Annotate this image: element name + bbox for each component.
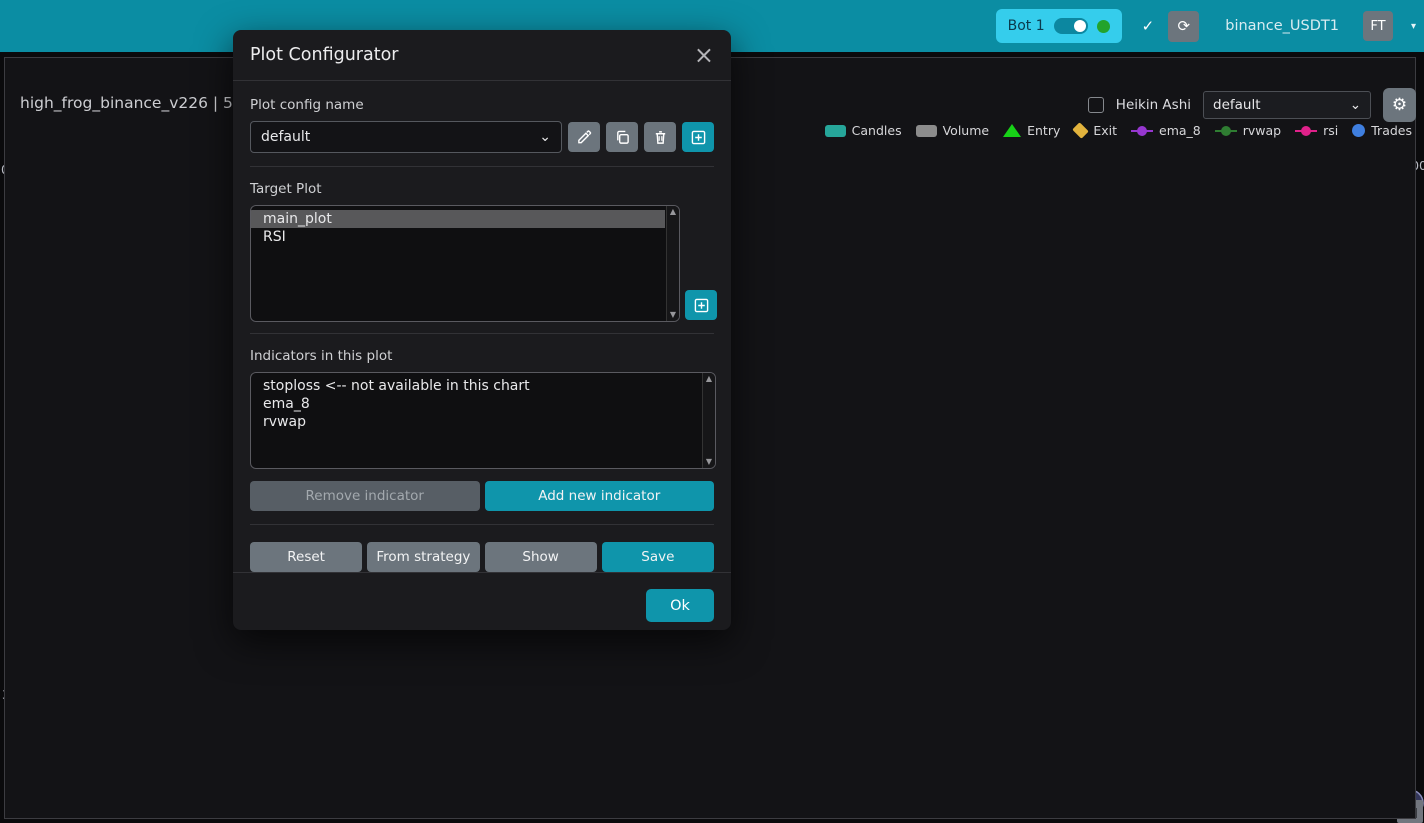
rename-config-button[interactable] <box>568 122 600 152</box>
indicator-option[interactable]: stoploss <-- not available in this chart <box>251 377 701 395</box>
indicators-listbox[interactable]: stoploss <-- not available in this chart… <box>250 372 716 469</box>
modal-title: Plot Configurator <box>250 45 398 65</box>
target-plot-section: Target Plot main_plotRSI ▲ ▼ <box>250 167 714 334</box>
legend-label: rvwap <box>1243 123 1281 138</box>
legend-label: Trades <box>1371 123 1412 138</box>
ft-logo-button[interactable]: FT <box>1363 11 1393 41</box>
legend-rect-icon <box>916 125 937 137</box>
scroll-up-icon[interactable]: ▲ <box>670 208 676 216</box>
remove-indicator-button[interactable]: Remove indicator <box>250 481 480 511</box>
plot-config-select[interactable]: default ⌄ <box>1203 91 1371 119</box>
scroll-down-icon[interactable]: ▼ <box>670 311 676 319</box>
chart-pair-title: high_frog_binance_v226 | 5m <box>20 94 248 112</box>
bot-toggle[interactable] <box>1054 18 1088 34</box>
target-list-scrollbar[interactable]: ▲ ▼ <box>666 206 679 321</box>
legend-label: Entry <box>1027 123 1060 138</box>
from-strategy-button[interactable]: From strategy <box>367 542 479 572</box>
legend-linedot-icon <box>1215 125 1237 137</box>
modal-header: Plot Configurator × <box>233 30 731 81</box>
plot-settings-button[interactable]: ⚙ <box>1383 88 1416 122</box>
add-target-plot-button[interactable] <box>685 290 717 320</box>
legend-item-rvwap[interactable]: rvwap <box>1215 123 1281 138</box>
legend-rect-icon <box>825 125 846 137</box>
config-name-select-value: default <box>261 129 310 145</box>
reset-button[interactable]: Reset <box>250 542 362 572</box>
gear-icon: ⚙ <box>1392 95 1407 115</box>
bot-toggle-knob <box>1074 20 1086 32</box>
legend-item-ema_8[interactable]: ema_8 <box>1131 123 1201 138</box>
plot-config-select-value: default <box>1213 97 1261 113</box>
legend-item-candles[interactable]: Candles <box>825 123 902 138</box>
trash-icon <box>653 130 668 145</box>
indicator-option[interactable]: rvwap <box>251 413 701 431</box>
ft-menu-caret-icon: ▾ <box>1411 21 1416 32</box>
target-plot-listbox[interactable]: main_plotRSI ▲ ▼ <box>250 205 680 322</box>
scroll-down-icon[interactable]: ▼ <box>706 458 712 466</box>
plot-config-name-label: Plot config name <box>250 97 714 113</box>
plot-configurator-modal: Plot Configurator × Plot config name def… <box>233 30 731 630</box>
legend-linedot-icon <box>1295 125 1317 137</box>
copy-icon <box>615 130 630 145</box>
app-root: 64,00063,00062,00061,00018:0019:0020:002… <box>0 0 1424 823</box>
ft-logo-text: FT <box>1370 19 1385 34</box>
target-plot-option[interactable]: RSI <box>251 228 665 246</box>
legend-label: Volume <box>943 123 990 138</box>
target-plot-option[interactable]: main_plot <box>251 210 665 228</box>
add-new-indicator-button[interactable]: Add new indicator <box>485 481 715 511</box>
legend-diamond-icon <box>1073 122 1090 139</box>
scroll-up-icon[interactable]: ▲ <box>706 375 712 383</box>
legend-linedot-icon <box>1131 125 1153 137</box>
target-plot-label: Target Plot <box>250 181 714 197</box>
chart-controls: Heikin Ashi default ⌄ ⚙ <box>1088 88 1416 122</box>
legend-label: ema_8 <box>1159 123 1201 138</box>
legend-label: Candles <box>852 123 902 138</box>
save-button[interactable]: Save <box>602 542 714 572</box>
add-config-button[interactable] <box>682 122 714 152</box>
pair-label: binance_USDT1 <box>1225 18 1339 34</box>
legend-label: Exit <box>1093 123 1117 138</box>
chart-legend: Candles Volume Entry Exit ema_8 rvwap rsi Trade… <box>825 123 1412 138</box>
bot-selector-label: Bot 1 <box>1008 18 1045 34</box>
legend-item-rsi[interactable]: rsi <box>1295 123 1338 138</box>
chevron-down-icon: ⌄ <box>539 129 551 145</box>
legend-item-trades[interactable]: Trades <box>1352 123 1412 138</box>
indicators-list-scrollbar[interactable]: ▲ ▼ <box>702 373 715 468</box>
ok-button[interactable]: Ok <box>646 589 714 622</box>
show-button[interactable]: Show <box>485 542 597 572</box>
modal-footer: Ok <box>233 572 731 638</box>
bot-selector-button[interactable]: Bot 1 <box>996 9 1122 43</box>
delete-config-button[interactable] <box>644 122 676 152</box>
indicator-option[interactable]: ema_8 <box>251 395 701 413</box>
legend-circle-icon <box>1352 124 1365 137</box>
close-icon[interactable]: × <box>694 46 714 64</box>
refresh-button[interactable]: ⟳ <box>1168 11 1199 42</box>
bot-online-dot <box>1097 20 1110 33</box>
check-icon: ✓ <box>1142 17 1155 35</box>
config-name-select[interactable]: default ⌄ <box>250 121 562 153</box>
modal-body: Plot config name default ⌄ <box>233 81 731 572</box>
plus-square-icon <box>694 298 709 313</box>
refresh-icon: ⟳ <box>1177 17 1190 35</box>
legend-item-exit[interactable]: Exit <box>1074 123 1117 138</box>
duplicate-config-button[interactable] <box>606 122 638 152</box>
navbar-right-cluster: Bot 1 ✓ ⟳ binance_USDT1 FT ▾ <box>996 9 1416 43</box>
legend-label: rsi <box>1323 123 1338 138</box>
config-name-row: default ⌄ <box>250 121 714 167</box>
indicators-section: Indicators in this plot stoploss <-- not… <box>250 334 714 525</box>
legend-item-entry[interactable]: Entry <box>1003 123 1060 138</box>
heikin-ashi-checkbox[interactable] <box>1088 97 1104 113</box>
legend-item-volume[interactable]: Volume <box>916 123 990 138</box>
pencil-icon <box>577 130 592 145</box>
heikin-ashi-label: Heikin Ashi <box>1116 97 1191 113</box>
legend-triangle-icon <box>1003 124 1021 137</box>
indicators-label: Indicators in this plot <box>250 348 714 364</box>
plus-square-icon <box>691 130 706 145</box>
chevron-down-icon: ⌄ <box>1350 97 1361 113</box>
